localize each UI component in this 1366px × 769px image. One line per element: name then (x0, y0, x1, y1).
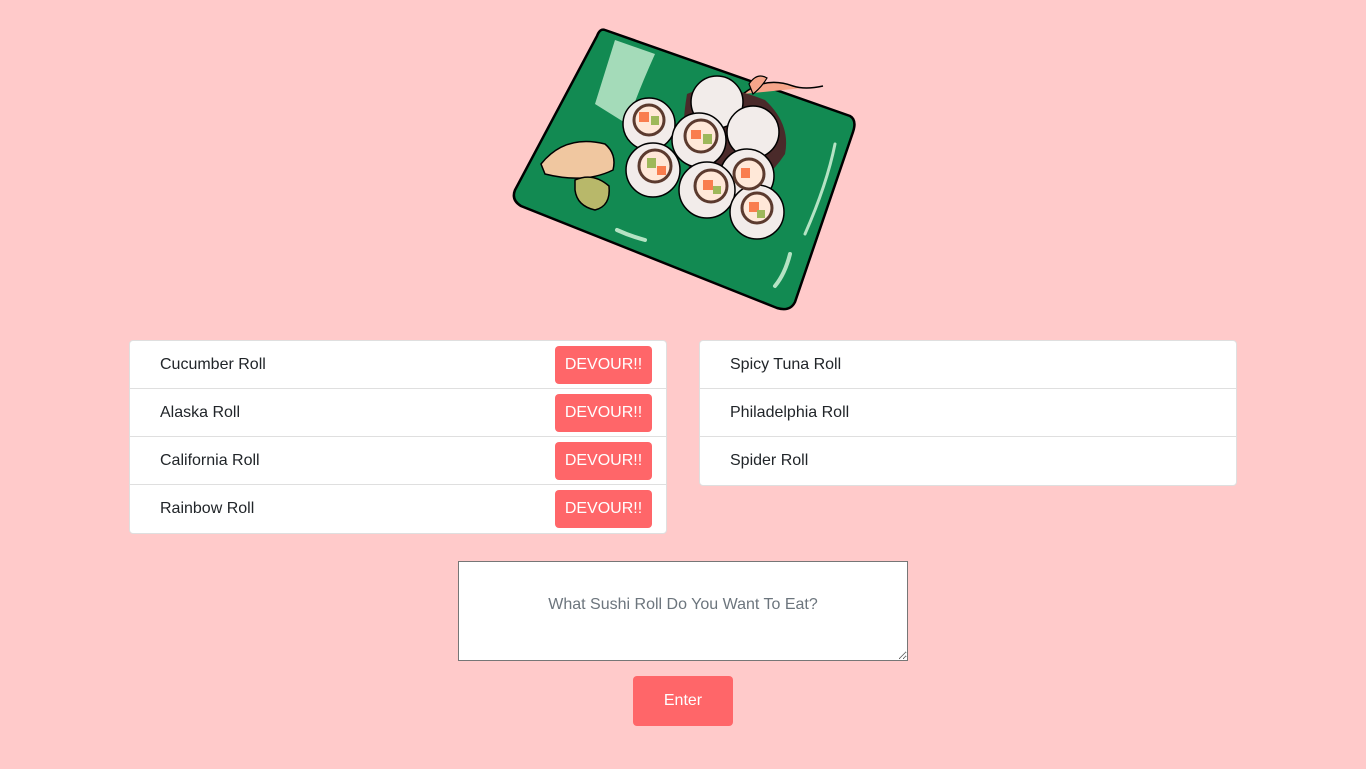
roll-name: Alaska Roll (160, 403, 241, 421)
list-item: Cucumber Roll DEVOUR!! (130, 341, 666, 389)
devour-button[interactable]: DEVOUR!! (555, 345, 652, 384)
list-item: Alaska Roll DEVOUR!! (130, 389, 666, 437)
devour-button[interactable]: DEVOUR!! (555, 441, 652, 480)
list-item: Spider Roll (700, 437, 1236, 485)
devoured-rolls-list: Spicy Tuna Roll Philadelphia Roll Spider… (699, 340, 1237, 486)
list-item: California Roll DEVOUR!! (130, 437, 666, 485)
devour-button[interactable]: DEVOUR!! (555, 393, 652, 432)
roll-name: Spider Roll (730, 452, 809, 469)
sushi-roll-input[interactable] (458, 561, 908, 661)
devour-button[interactable]: DEVOUR!! (555, 490, 652, 528)
roll-name: Spicy Tuna Roll (730, 355, 842, 373)
roll-name: California Roll (160, 451, 260, 469)
list-item: Rainbow Roll DEVOUR!! (130, 485, 666, 533)
roll-name: Rainbow Roll (160, 500, 255, 517)
list-item: Philadelphia Roll (700, 389, 1236, 437)
enter-button[interactable]: Enter (633, 676, 733, 726)
undevoured-rolls-list: Cucumber Roll DEVOUR!! Alaska Roll DEVOU… (129, 340, 667, 534)
sushi-plate-image (505, 24, 861, 314)
roll-name: Cucumber Roll (160, 355, 266, 373)
list-item: Spicy Tuna Roll (700, 341, 1236, 389)
roll-name: Philadelphia Roll (730, 403, 850, 421)
